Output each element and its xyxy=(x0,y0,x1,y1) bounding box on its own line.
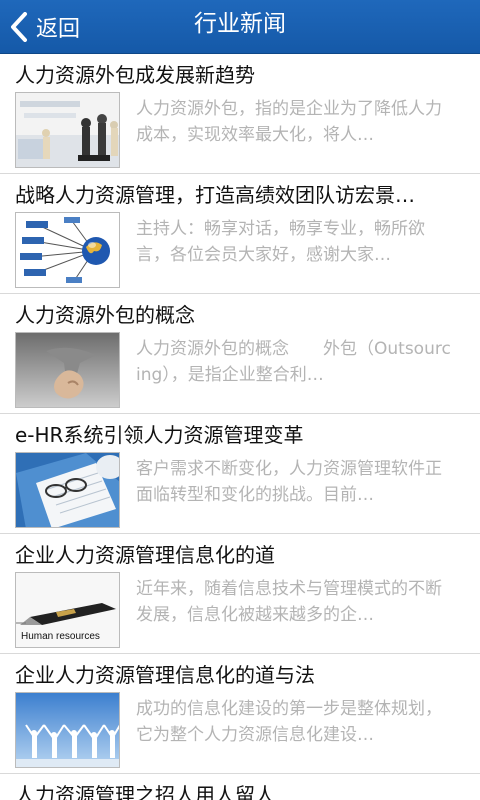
thumb-text: Human resources xyxy=(21,631,100,642)
news-thumbnail: Human resources xyxy=(15,572,120,648)
news-item[interactable]: 战略人力资源管理，打造高绩效团队访宏景… 主持人：畅享对话，畅享专业，畅所欲言，… xyxy=(0,174,480,294)
news-title: 人力资源外包成发展新趋势 xyxy=(15,63,255,87)
news-summary: 客户需求不断变化，人力资源管理软件正面临转型和变化的挑战。目前… xyxy=(136,459,442,505)
news-thumbnail xyxy=(15,92,120,168)
news-item[interactable]: 人力资源管理之招人用人留人 xyxy=(0,774,480,800)
news-thumbnail xyxy=(15,692,120,768)
news-title: e-HR系统引领人力资源管理变革 xyxy=(15,423,304,447)
chevron-left-icon xyxy=(10,12,28,42)
top-bar: 返回 行业新闻 xyxy=(0,0,480,54)
news-title: 人力资源外包的概念 xyxy=(15,303,195,327)
news-thumbnail xyxy=(15,332,120,408)
news-thumbnail xyxy=(15,452,120,528)
back-label: 返回 xyxy=(36,17,81,42)
news-item[interactable]: 企业人力资源管理信息化的道与法 成功的信息化建设的第一步是整体规划，它为整个人力… xyxy=(0,654,480,774)
news-summary: 人力资源外包，指的是企业为了降低人力成本，实现效率最大化，将人… xyxy=(136,99,442,145)
news-item[interactable]: 人力资源外包的概念 人力资源外包的概念 外包（Outsourcing），是指企业… xyxy=(0,294,480,414)
news-summary: 成功的信息化建设的第一步是整体规划，它为整个人力资源信息化建设… xyxy=(136,699,442,745)
news-title: 人力资源管理之招人用人留人 xyxy=(15,783,275,800)
news-title: 企业人力资源管理信息化的道 xyxy=(15,543,275,567)
news-item[interactable]: 企业人力资源管理信息化的道 Human resources 近年来，随着信息技术… xyxy=(0,534,480,654)
news-title: 战略人力资源管理，打造高绩效团队访宏景… xyxy=(15,183,415,207)
news-item[interactable]: e-HR系统引领人力资源管理变革 客户需求不断变化，人力资源管理软件正面临转型和… xyxy=(0,414,480,534)
news-summary: 主持人：畅享对话，畅享专业，畅所欲言，各位会员大家好，感谢大家… xyxy=(136,219,425,265)
news-title: 企业人力资源管理信息化的道与法 xyxy=(15,663,315,687)
news-summary: 人力资源外包的概念 外包（Outsourcing），是指企业整合利… xyxy=(136,339,451,385)
news-list: 人力资源外包成发展新趋势 人力资源外包，指的是企业为了降低人力成本，实现效率最大… xyxy=(0,54,480,800)
news-thumbnail xyxy=(15,212,120,288)
news-item[interactable]: 人力资源外包成发展新趋势 人力资源外包，指的是企业为了降低人力成本，实现效率最大… xyxy=(0,54,480,174)
back-button[interactable]: 返回 xyxy=(10,0,80,54)
news-summary: 近年来，随着信息技术与管理模式的不断发展，信息化被越来越多的企… xyxy=(136,579,442,625)
